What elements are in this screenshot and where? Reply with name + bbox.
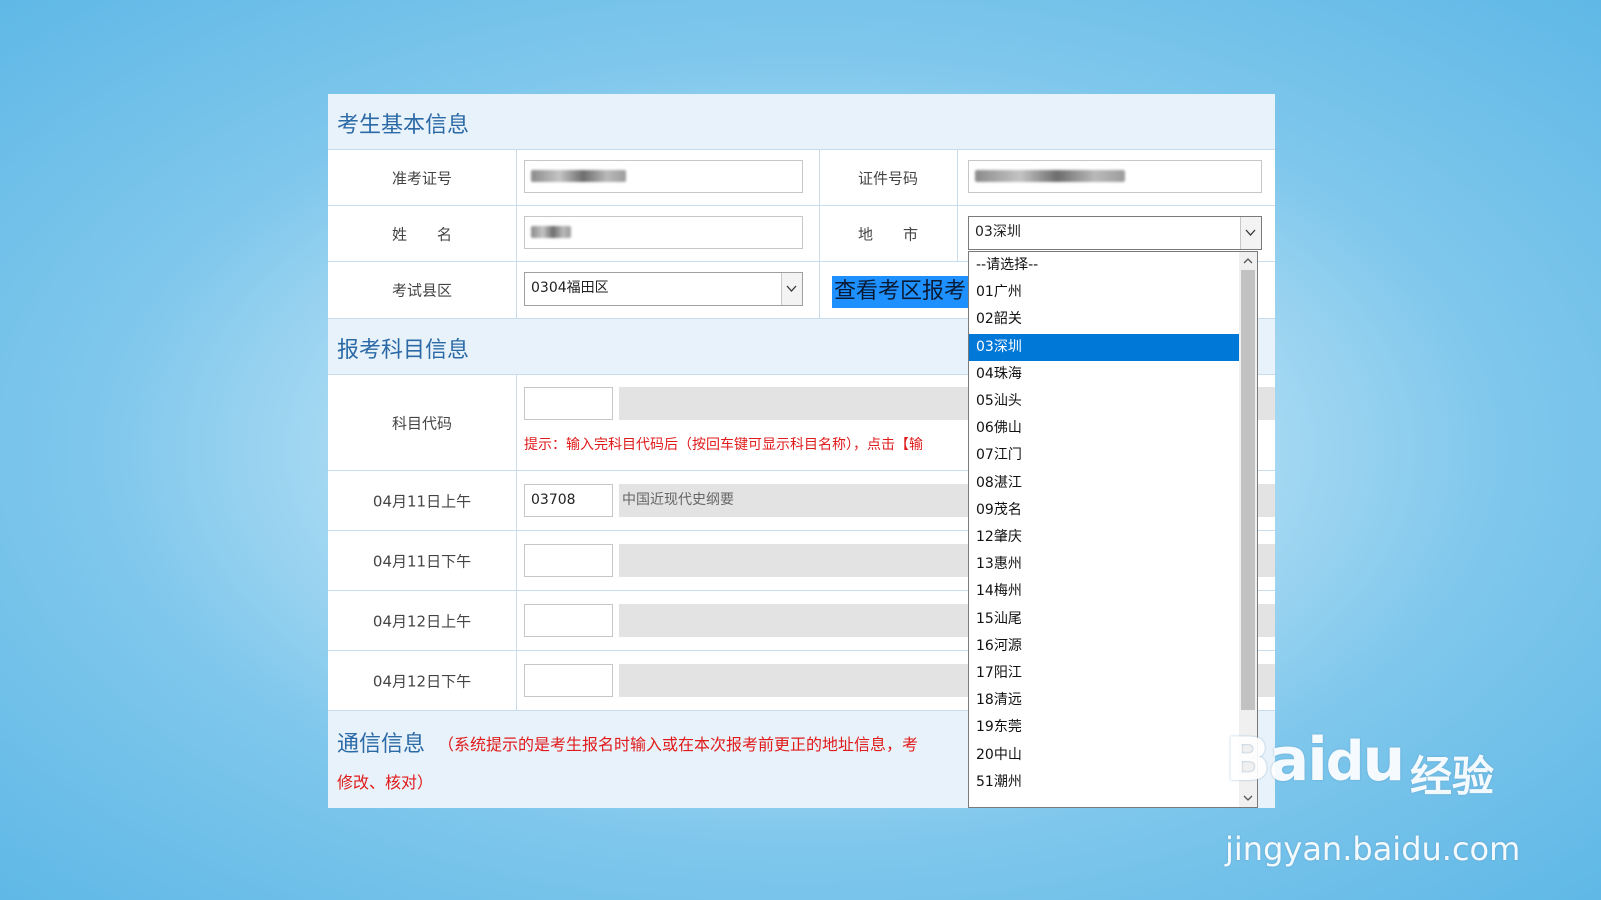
city-option[interactable]: 13惠州 xyxy=(969,551,1239,578)
chevron-down-icon xyxy=(1245,229,1256,236)
city-option[interactable]: 20中山 xyxy=(969,742,1239,769)
row-admission-id: 准考证号 证件号码 xyxy=(328,150,1275,206)
city-option[interactable]: 03深圳 xyxy=(969,333,1239,361)
city-option[interactable]: 01广州 xyxy=(969,279,1239,306)
city-option[interactable]: 05汕头 xyxy=(969,388,1239,415)
contact-note-line1: （系统提示的是考生报名时输入或在本次报考前更正的地址信息，考 xyxy=(438,735,919,754)
city-option[interactable]: 51潮州 xyxy=(969,769,1239,796)
exam-time-label-cell: 04月12日上午 xyxy=(328,591,517,650)
id-number-label: 证件号码 xyxy=(857,169,918,187)
city-option[interactable]: --请选择-- xyxy=(969,252,1239,279)
basic-info-title: 考生基本信息 xyxy=(337,113,470,138)
subject-code-label: 科目代码 xyxy=(391,414,452,432)
city-option[interactable]: 02韶关 xyxy=(969,306,1239,333)
id-number-input[interactable] xyxy=(968,160,1262,193)
city-option[interactable]: 17阳江 xyxy=(969,660,1239,687)
city-option[interactable]: 07江门 xyxy=(969,442,1239,469)
exam-time-label: 04月12日上午 xyxy=(372,612,472,630)
exam-time-label: 04月11日上午 xyxy=(372,492,472,510)
contact-note-line2: 修改、核对） xyxy=(337,773,434,792)
city-option[interactable]: 16河源 xyxy=(969,633,1239,660)
exam-code-input[interactable]: 03708 xyxy=(524,484,613,517)
baidu-jingyan-watermark: Baidu 经验 jingyan.baidu.com xyxy=(1225,725,1520,875)
city-select[interactable]: 03深圳 xyxy=(968,216,1262,250)
exam-subject-name-text: 中国近现代史纲要 xyxy=(622,492,734,508)
exam-code-input[interactable] xyxy=(524,664,613,697)
basic-info-section-header: 考生基本信息 xyxy=(328,94,1275,150)
exam-time-label: 04月12日下午 xyxy=(372,672,472,690)
city-label: 地 市 xyxy=(857,225,918,243)
city-option[interactable]: 12肇庆 xyxy=(969,524,1239,551)
blurred-name xyxy=(531,226,571,238)
scroll-up-button[interactable] xyxy=(1239,252,1257,270)
watermark-url: jingyan.baidu.com xyxy=(1225,830,1521,868)
district-select-arrow[interactable] xyxy=(781,273,802,305)
name-label: 姓 名 xyxy=(391,225,452,243)
exam-code-input[interactable] xyxy=(524,604,613,637)
district-select-value: 0304福田区 xyxy=(531,280,609,296)
exam-time-label: 04月11日下午 xyxy=(372,552,472,570)
city-option[interactable]: 14梅州 xyxy=(969,578,1239,605)
district-label-cell: 考试县区 xyxy=(328,262,517,318)
city-option[interactable]: 19东莞 xyxy=(969,714,1239,741)
city-option[interactable]: 06佛山 xyxy=(969,415,1239,442)
city-option[interactable]: 09茂名 xyxy=(969,497,1239,524)
subject-code-label-cell: 科目代码 xyxy=(328,375,517,470)
admission-number-input[interactable] xyxy=(524,160,803,193)
subject-code-input[interactable] xyxy=(524,387,613,420)
city-select-arrow[interactable] xyxy=(1240,217,1261,249)
blurred-admission-number xyxy=(531,170,626,182)
baidu-logo: Baidu xyxy=(1225,725,1405,795)
exam-time-label-cell: 04月11日下午 xyxy=(328,531,517,590)
admission-number-label-cell: 准考证号 xyxy=(328,150,517,205)
scrollbar-thumb[interactable] xyxy=(1241,270,1255,710)
district-select[interactable]: 0304福田区 xyxy=(524,272,803,306)
exam-time-label-cell: 04月12日下午 xyxy=(328,651,517,710)
city-option[interactable]: 15汕尾 xyxy=(969,606,1239,633)
contact-info-title: 通信信息 xyxy=(337,732,426,757)
name-input[interactable] xyxy=(524,216,803,249)
city-label-cell: 地 市 xyxy=(819,206,958,261)
district-label: 考试县区 xyxy=(391,281,452,300)
exam-code-value: 03708 xyxy=(531,492,576,508)
exam-time-label-cell: 04月11日上午 xyxy=(328,471,517,530)
subject-info-title: 报考科目信息 xyxy=(337,338,470,363)
dropdown-scrollbar[interactable] xyxy=(1239,252,1257,807)
city-option[interactable]: 18清远 xyxy=(969,687,1239,714)
chevron-down-icon xyxy=(786,285,797,292)
city-select-value: 03深圳 xyxy=(975,224,1021,240)
city-option[interactable]: 08湛江 xyxy=(969,470,1239,497)
blurred-id-number xyxy=(975,170,1125,182)
jingyan-logo-text: 经验 xyxy=(1410,752,1495,801)
city-dropdown-list[interactable]: --请选择-- 01广州 02韶关 03深圳 04珠海 05汕头 06佛山 07江门 08湛江 0… xyxy=(968,251,1258,808)
city-option[interactable]: 04珠海 xyxy=(969,361,1239,388)
chevron-up-icon xyxy=(1243,258,1253,264)
id-number-label-cell: 证件号码 xyxy=(819,150,958,205)
subject-code-hint: 提示：输入完科目代码后（按回车键可显示科目名称），点击【输 xyxy=(524,437,923,453)
name-label-cell: 姓 名 xyxy=(328,206,517,261)
admission-number-label: 准考证号 xyxy=(391,169,452,187)
exam-code-input[interactable] xyxy=(524,544,613,577)
